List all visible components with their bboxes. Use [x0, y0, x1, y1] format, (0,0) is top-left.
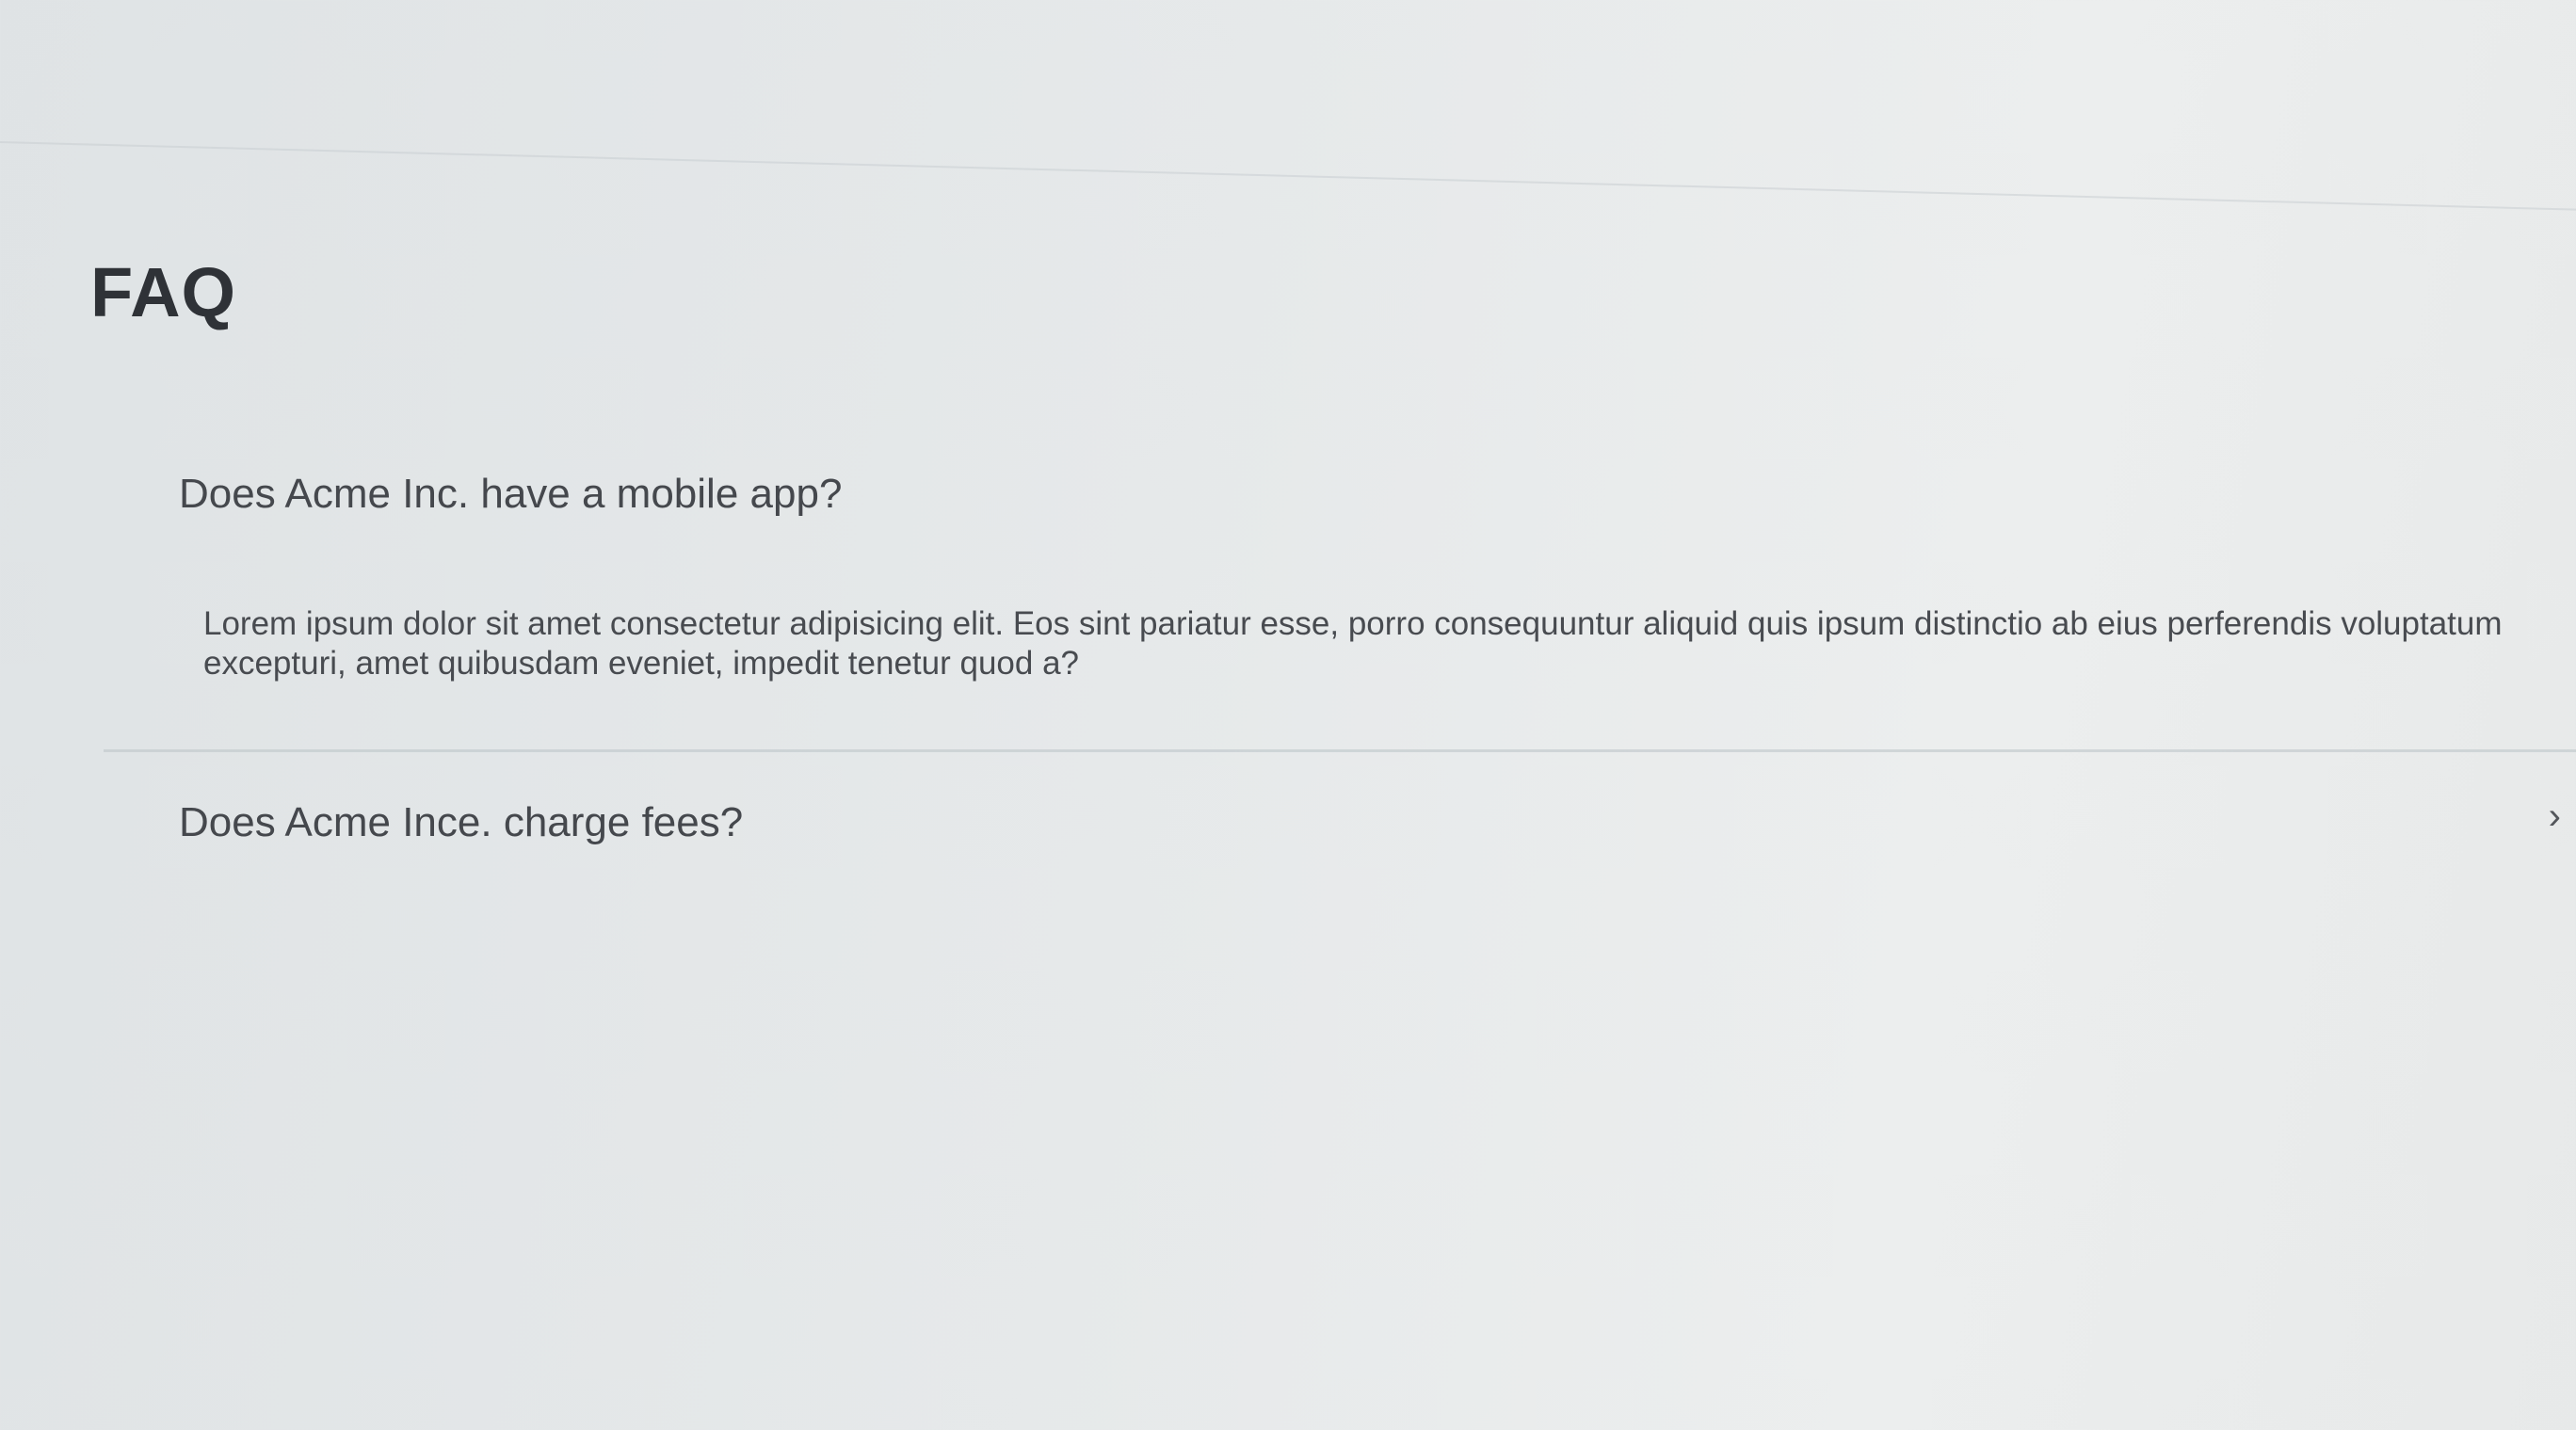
faq-question-toggle[interactable]: Does Acme Inc. have a mobile app? — [104, 452, 2576, 518]
faq-list: Does Acme Inc. have a mobile app? Lorem … — [104, 452, 2576, 846]
top-divider — [0, 0, 2576, 211]
faq-item: Does Acme Inc. have a mobile app? Lorem … — [104, 452, 2576, 752]
faq-answer: Lorem ipsum dolor sit amet consectetur a… — [203, 605, 2503, 682]
faq-item: Does Acme Ince. charge fees? › — [104, 752, 2576, 846]
chevron-right-icon[interactable]: › — [2549, 795, 2561, 838]
page-title: FAQ — [90, 253, 237, 331]
faq-question-toggle[interactable]: Does Acme Ince. charge fees? — [104, 780, 2576, 846]
